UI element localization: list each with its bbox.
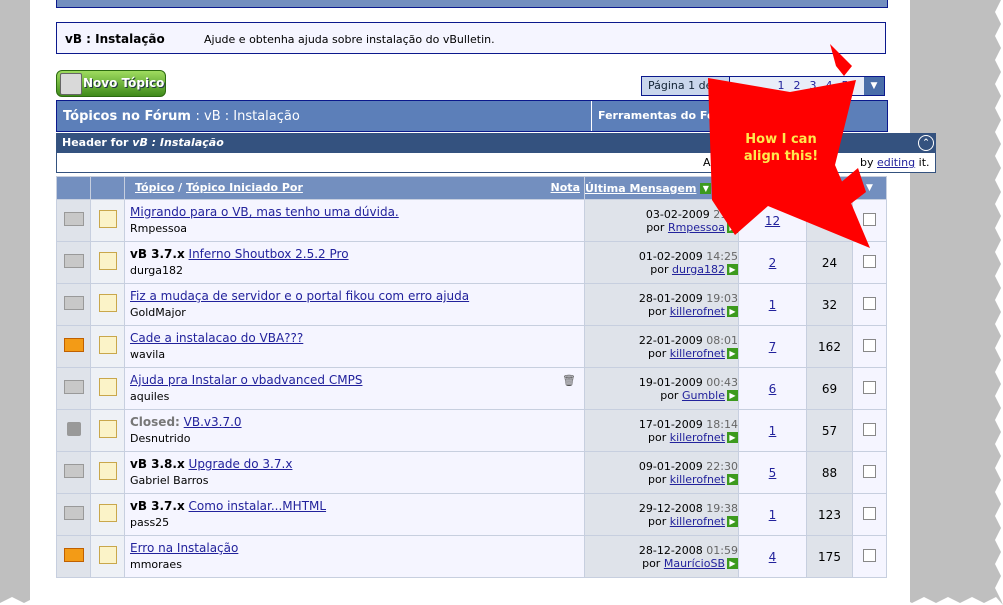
annotation-arrow (708, 44, 870, 248)
annotation-text: How I can align this! (743, 132, 819, 164)
torn-edge-right (995, 0, 1003, 605)
torn-edge-bottom (0, 597, 1003, 605)
